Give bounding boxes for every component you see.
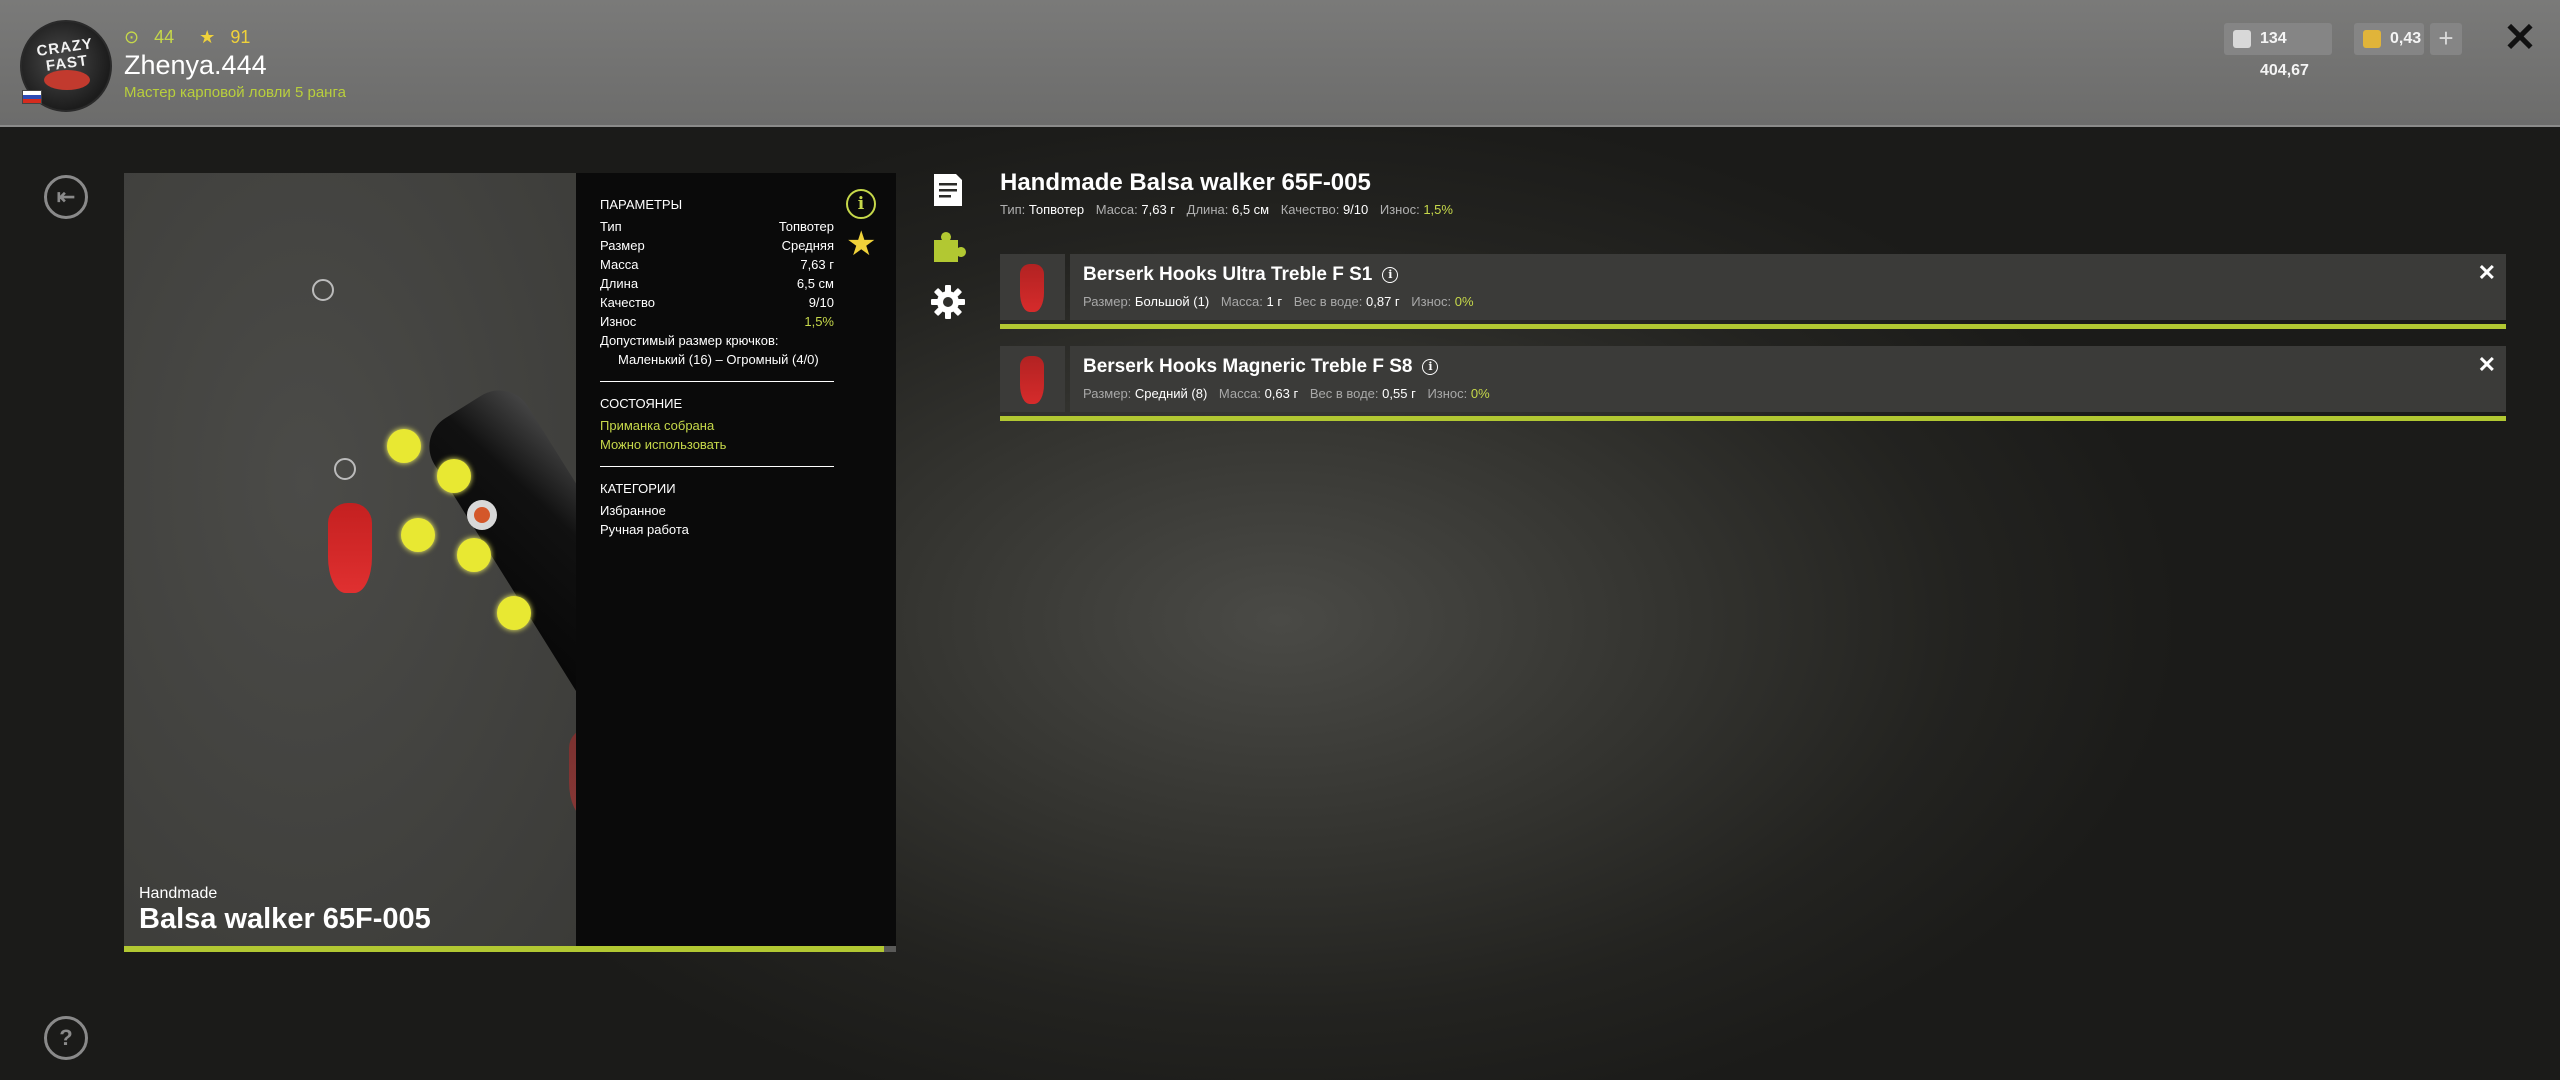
lure-dot — [457, 538, 491, 572]
lure-eye — [467, 500, 497, 530]
hook-details[interactable]: Berserk Hooks Magneric Treble F S8 i Разм… — [1070, 346, 2506, 412]
treble-hook-image — [1020, 264, 1044, 312]
hooks-size-label: Допустимый размер крючков: — [600, 333, 779, 348]
hooks-size-value: Маленький (16) – Огромный (4/0) — [618, 352, 819, 367]
silver-balance[interactable]: 134 404,67 — [2224, 23, 2332, 79]
item-title: Handmade Balsa walker 65F-005 — [1000, 169, 1371, 196]
player-stats: ⊙ 44 ★ 91 — [124, 27, 270, 48]
param-row: Тип Топвотер — [600, 219, 834, 234]
close-icon[interactable]: ✕ — [2500, 18, 2540, 58]
state-line: Приманка собрана — [600, 418, 715, 433]
category-item: Избранное — [600, 503, 666, 518]
star-icon[interactable]: ★ — [846, 227, 876, 261]
param-row: Качество 9/10 — [600, 295, 834, 310]
lure-name: Balsa walker 65F-005 — [139, 903, 431, 935]
hook-slot-1[interactable]: Berserk Hooks Ultra Treble F S1 i Размер:… — [1000, 254, 2506, 329]
hook-slot-2[interactable]: Berserk Hooks Magneric Treble F S8 i Разм… — [1000, 346, 2506, 421]
params-title: ПАРАМЕТРЫ — [600, 197, 683, 212]
params-content: ПАРАМЕТРЫ Тип Топвотер Размер Средняя Масс… — [600, 195, 834, 539]
info-icon[interactable]: i — [846, 189, 876, 219]
remove-hook-close-icon[interactable]: ✕ — [2478, 260, 2496, 286]
hook-wear-bar — [1000, 416, 2506, 421]
puzzle-icon[interactable] — [930, 228, 966, 264]
player-name[interactable]: Zhenya.444 — [124, 50, 267, 81]
silver-coins-icon — [2233, 30, 2251, 48]
divider — [600, 466, 834, 467]
param-row: Длина 6,5 см — [600, 276, 834, 291]
info-icon[interactable]: i — [1422, 359, 1439, 375]
question-icon[interactable]: ? — [44, 1016, 88, 1060]
hook-details[interactable]: Berserk Hooks Ultra Treble F S1 i Размер:… — [1070, 254, 2506, 320]
level-stat: ⊙ 44 — [124, 27, 175, 47]
divider — [600, 381, 834, 382]
lure-image — [124, 173, 712, 946]
lure-dot — [437, 459, 471, 493]
category-item: Ручная работа — [600, 522, 689, 537]
hook-name: Berserk Hooks Ultra Treble F S1 i — [1083, 264, 1399, 286]
hook-name: Berserk Hooks Magneric Treble F S8 i — [1083, 356, 1439, 378]
add-currency-button[interactable]: + — [2430, 23, 2462, 55]
hook-wear-bar — [1000, 324, 2506, 329]
gold-coins-icon — [2363, 30, 2381, 48]
lure-ring — [312, 279, 334, 301]
russia-flag-icon — [22, 90, 42, 104]
lure-card: Handmade Balsa walker 65F-005 ПАРАМЕТРЫ … — [124, 173, 896, 946]
hook-feather — [328, 503, 372, 593]
categories-title: КАТЕГОРИИ — [600, 481, 676, 496]
hook-stats: Размер: Большой (1) Масса: 1 г Вес в вод… — [1083, 294, 1474, 309]
state-title: СОСТОЯНИЕ — [600, 396, 683, 411]
treble-hook-image — [1020, 356, 1044, 404]
avatar-fish-graphic — [44, 70, 90, 90]
hook-thumbnail[interactable] — [1000, 346, 1065, 412]
lure-brand: Handmade — [139, 885, 218, 902]
star-small-icon: ★ — [199, 27, 216, 47]
top-bar: CRAZY FAST ⊙ 44 ★ 91 Zhenya.444 Мастер к… — [0, 0, 2560, 127]
lure-dot — [497, 596, 531, 630]
document-icon[interactable] — [930, 172, 966, 208]
lure-ring — [334, 458, 356, 480]
remove-hook-close-icon[interactable]: ✕ — [2478, 352, 2496, 378]
stars-stat: ★ 91 — [199, 27, 251, 47]
info-icon[interactable]: i — [1382, 267, 1399, 283]
param-row: Масса 7,63 г — [600, 257, 834, 272]
player-rank: Мастер карповой ловли 5 ранга — [124, 84, 346, 101]
param-row: Износ 1,5% — [600, 314, 834, 329]
hook-thumbnail[interactable] — [1000, 254, 1065, 320]
lure-dot — [387, 429, 421, 463]
gear-icon[interactable] — [930, 284, 966, 320]
param-row: Размер Средняя — [600, 238, 834, 253]
state-line: Можно использовать — [600, 437, 727, 452]
item-stats: Тип: Топвотер Масса: 7,63 г Длина: 6,5 с… — [1000, 202, 1453, 217]
params-panel: ПАРАМЕТРЫ Тип Топвотер Размер Средняя Масс… — [576, 173, 896, 946]
back-arrow-icon[interactable]: ⇤ — [44, 175, 88, 219]
level-icon: ⊙ — [124, 27, 140, 47]
lure-progress-bar — [124, 946, 896, 952]
lure-progress-fill — [124, 946, 885, 952]
gold-balance[interactable]: 0,43 — [2354, 23, 2424, 55]
lure-dot — [401, 518, 435, 552]
hook-stats: Размер: Средний (8) Масса: 0,63 г Вес в … — [1083, 386, 1490, 401]
